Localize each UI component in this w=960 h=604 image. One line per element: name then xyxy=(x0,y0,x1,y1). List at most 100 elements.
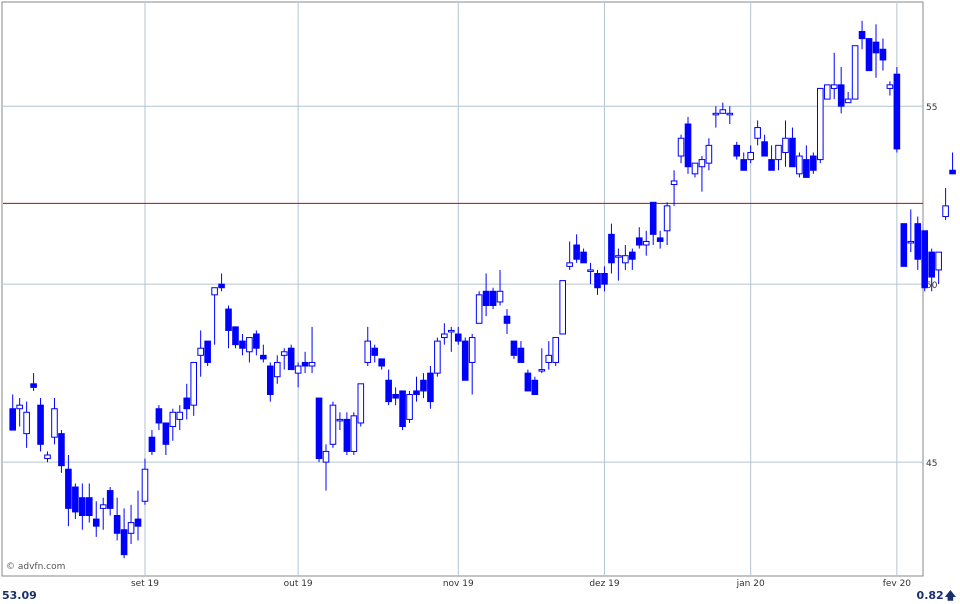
candle xyxy=(204,340,211,367)
candle-body-up xyxy=(406,393,413,420)
candle-body-down xyxy=(482,290,490,307)
candle-body-up xyxy=(246,337,253,353)
candle-body-up xyxy=(441,333,448,339)
candle-body-down xyxy=(58,433,65,467)
x-tick-label: jan 20 xyxy=(736,579,765,589)
candle-body-down xyxy=(106,490,114,509)
candle-body-up xyxy=(698,159,706,168)
candle xyxy=(399,390,406,431)
candle xyxy=(810,152,817,174)
candle-body-up xyxy=(670,180,678,186)
candle-body-down xyxy=(928,251,935,278)
candle-body-down xyxy=(183,397,191,410)
candle-body-down xyxy=(371,347,379,356)
candle-body-down xyxy=(503,315,511,324)
candle xyxy=(232,326,239,349)
candle-body-down xyxy=(72,486,79,513)
candle-body-up xyxy=(336,418,344,422)
candle-body-up xyxy=(747,151,754,161)
candle xyxy=(329,401,337,448)
candle-body-down xyxy=(232,326,239,346)
x-tick-label: dez 19 xyxy=(589,579,620,589)
candle-body-down xyxy=(461,340,469,381)
candle-body-up xyxy=(448,329,455,333)
candle-body-up xyxy=(350,415,358,452)
candle-body-up xyxy=(357,383,365,424)
candle-body-down xyxy=(879,48,887,61)
candle-body-up xyxy=(782,137,789,153)
candle-body-down xyxy=(601,272,608,285)
candle-body-down xyxy=(343,418,351,452)
candle xyxy=(37,398,44,452)
candle-body-down xyxy=(79,497,86,516)
candle-body-up xyxy=(663,205,671,232)
candle xyxy=(935,251,942,285)
candle xyxy=(796,152,803,178)
candle-body-up xyxy=(468,337,476,363)
candle xyxy=(489,287,497,310)
candle-body-up xyxy=(176,411,184,420)
candle xyxy=(524,369,532,392)
candle-body-down xyxy=(399,390,406,428)
candle-body-down xyxy=(893,73,901,150)
candle-body-down xyxy=(858,30,866,40)
candle-body-up xyxy=(211,287,218,296)
candle-body-down xyxy=(413,390,420,395)
candle xyxy=(350,412,358,455)
candle-body-up xyxy=(705,144,713,164)
candle-body-down xyxy=(134,518,142,527)
candle-body-up xyxy=(51,408,58,438)
candle xyxy=(893,67,901,153)
candle-body-down xyxy=(120,529,128,556)
candle xyxy=(461,337,469,381)
candle-body-up xyxy=(496,290,504,303)
candle-body-down xyxy=(524,372,532,392)
candle xyxy=(434,337,441,377)
candle-body-up xyxy=(434,340,441,374)
candle-body-down xyxy=(287,347,295,371)
candle-body-down xyxy=(594,272,601,289)
candle xyxy=(287,344,295,371)
candle xyxy=(475,291,483,324)
candle xyxy=(559,280,566,335)
candle-body-up xyxy=(475,294,483,324)
candle-body-down xyxy=(162,422,170,445)
candle-body-down xyxy=(225,308,232,331)
candle-body-down xyxy=(684,123,692,168)
candle-body-up xyxy=(622,255,629,264)
candle xyxy=(552,337,560,367)
candle-body-up xyxy=(294,365,302,374)
candle-body-down xyxy=(949,169,956,175)
candle-body-down xyxy=(30,383,37,388)
candle-body-up xyxy=(127,522,135,534)
candle xyxy=(684,116,692,174)
candle xyxy=(816,87,824,164)
candle-body-down xyxy=(420,379,427,392)
candle xyxy=(942,188,949,221)
candle xyxy=(315,397,323,463)
candle-body-up xyxy=(141,468,149,502)
candle-body-down xyxy=(378,358,385,367)
candle-body-up xyxy=(538,369,546,372)
candle-body-up xyxy=(552,337,560,363)
candle-body-down xyxy=(629,251,636,260)
candle-body-down xyxy=(65,468,72,509)
candle-body-up xyxy=(677,137,685,157)
candle-body-up xyxy=(615,255,622,258)
candle-body-down xyxy=(649,201,657,235)
candle-body-up xyxy=(308,361,316,367)
candle-body-down xyxy=(9,408,16,431)
x-axis-labels: set 19 out 19 nov 19 dez 19 jan 20 fev 20 xyxy=(131,579,911,589)
candle-body-down xyxy=(113,514,121,534)
candle-body-up xyxy=(691,162,699,175)
candle-body-down xyxy=(218,283,225,289)
candle-body-down xyxy=(253,333,260,349)
candle xyxy=(900,223,908,267)
candle-body-up xyxy=(99,504,107,509)
x-tick-label: set 19 xyxy=(131,579,159,589)
y-axis-labels: 45 50 55 xyxy=(926,103,938,469)
candle-body-up xyxy=(197,347,204,356)
candle-body-down xyxy=(204,340,211,363)
candle-body-down xyxy=(573,244,580,260)
candle-body-down xyxy=(392,393,399,399)
